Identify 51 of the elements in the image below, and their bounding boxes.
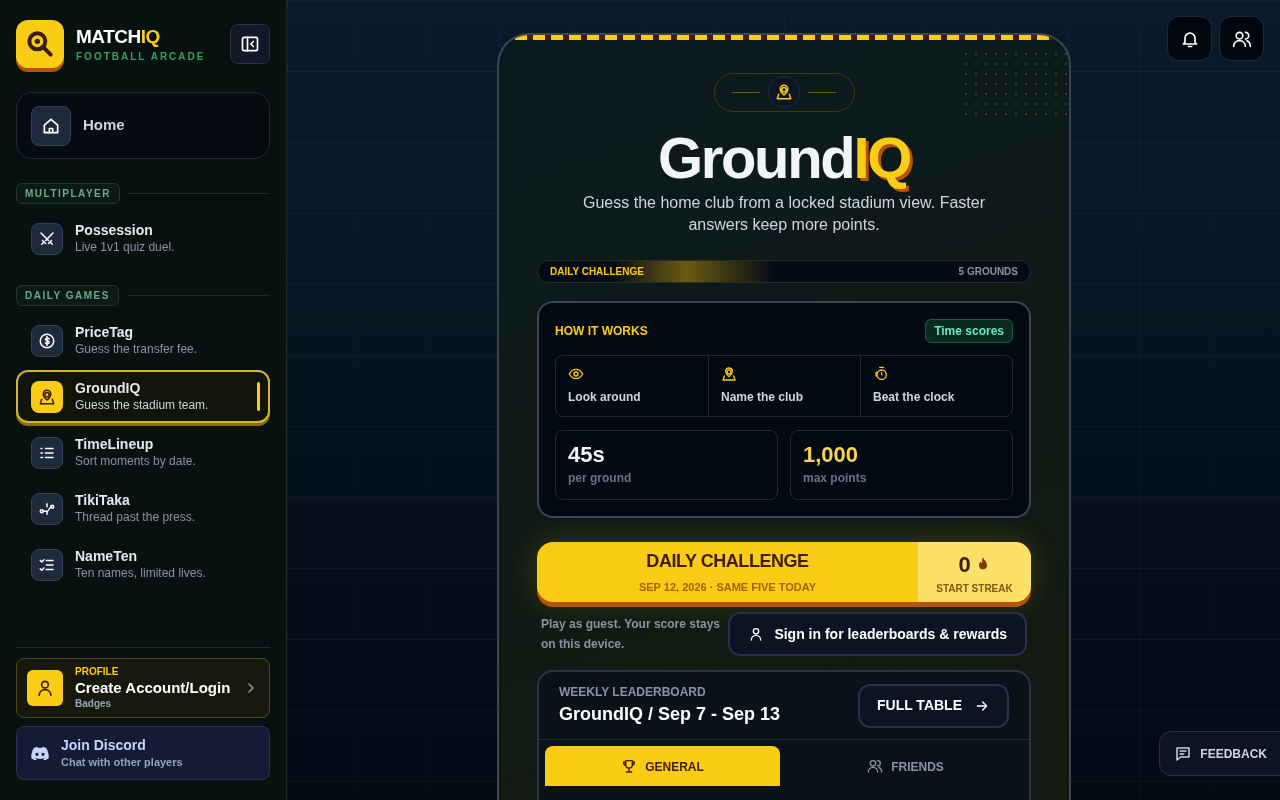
leaderboard-tab[interactable]: FRIENDS (788, 746, 1023, 787)
section-label: MULTIPLAYER (16, 183, 120, 204)
stat-label: max points (803, 469, 868, 487)
discord-card[interactable]: Join Discord Chat with other players (16, 726, 270, 780)
chat-icon (1174, 744, 1193, 763)
full-table-button[interactable]: FULL TABLE (857, 683, 1009, 728)
stat-value: 45s (568, 440, 606, 469)
stat-label: per ground (568, 469, 633, 487)
timer-icon (873, 365, 889, 382)
stat-value: 1,000 (803, 440, 860, 469)
sign-in-button[interactable]: Sign in for leaderboards & rewards (728, 612, 1027, 657)
game-nav-item[interactable]: TikiTaka Thread past the press. (16, 482, 270, 535)
step-label: Beat the clock (873, 388, 956, 406)
brand-name: MATCHIQ (76, 24, 161, 49)
map-pin-icon (775, 83, 793, 102)
game-nav-item[interactable]: PriceTag Guess the transfer fee. (16, 314, 270, 367)
challenge-label: DAILY CHALLENGE (550, 264, 644, 279)
home-nav-item[interactable]: Home (16, 92, 270, 159)
grounds-count: 5 GROUNDS (958, 264, 1018, 279)
guest-note: Play as guest. Your score stays on this device. (540, 616, 721, 654)
game-description: Guess the home club from a locked stadium view. Faster answers keep more points. (582, 192, 986, 235)
user-icon (35, 678, 55, 698)
game-nav-item[interactable]: Possession Live 1v1 quiz duel. (16, 212, 270, 265)
map-pin-icon (721, 365, 737, 382)
section-heading: HOW IT WORKS (555, 322, 648, 340)
streak-count: 0 (958, 550, 971, 579)
streak-label: START STREAK (936, 581, 1013, 596)
leaderboard-title: GroundIQ / Sep 7 - Sep 13 (559, 703, 781, 727)
friends-button[interactable] (1219, 16, 1264, 61)
crossed-swords-icon (38, 229, 56, 248)
dollar-coin-icon (38, 331, 56, 350)
step-label: Look around (568, 388, 642, 406)
leaderboard-tab[interactable]: GENERAL (545, 746, 780, 787)
section-label: DAILY GAMES (16, 285, 119, 306)
profile-card[interactable]: PROFILE Create Account/Login Badges (16, 658, 270, 718)
notifications-button[interactable] (1167, 16, 1212, 61)
time-scores-badge: Time scores (925, 318, 1013, 343)
feedback-button[interactable]: FEEDBACK (1159, 731, 1280, 776)
users-icon (867, 758, 884, 775)
trophy-icon (621, 758, 638, 775)
brand-tagline: FOOTBALL ARCADE (76, 49, 207, 64)
game-nav-item[interactable]: GroundIQ Guess the stadium team. (16, 370, 270, 423)
step-label: Name the club (721, 388, 805, 406)
leaderboard-eyebrow: WEEKLY LEADERBOARD (559, 684, 707, 702)
collapse-button[interactable] (230, 24, 270, 64)
collapse-sidebar-icon (240, 34, 260, 54)
map-pin-icon (38, 387, 56, 406)
game-nav-item[interactable]: NameTen Ten names, limited lives. (16, 538, 270, 591)
game-nav-item[interactable]: TimeLineup Sort moments by date. (16, 426, 270, 479)
discord-icon (31, 746, 49, 760)
game-title: GroundIQ (657, 125, 911, 190)
